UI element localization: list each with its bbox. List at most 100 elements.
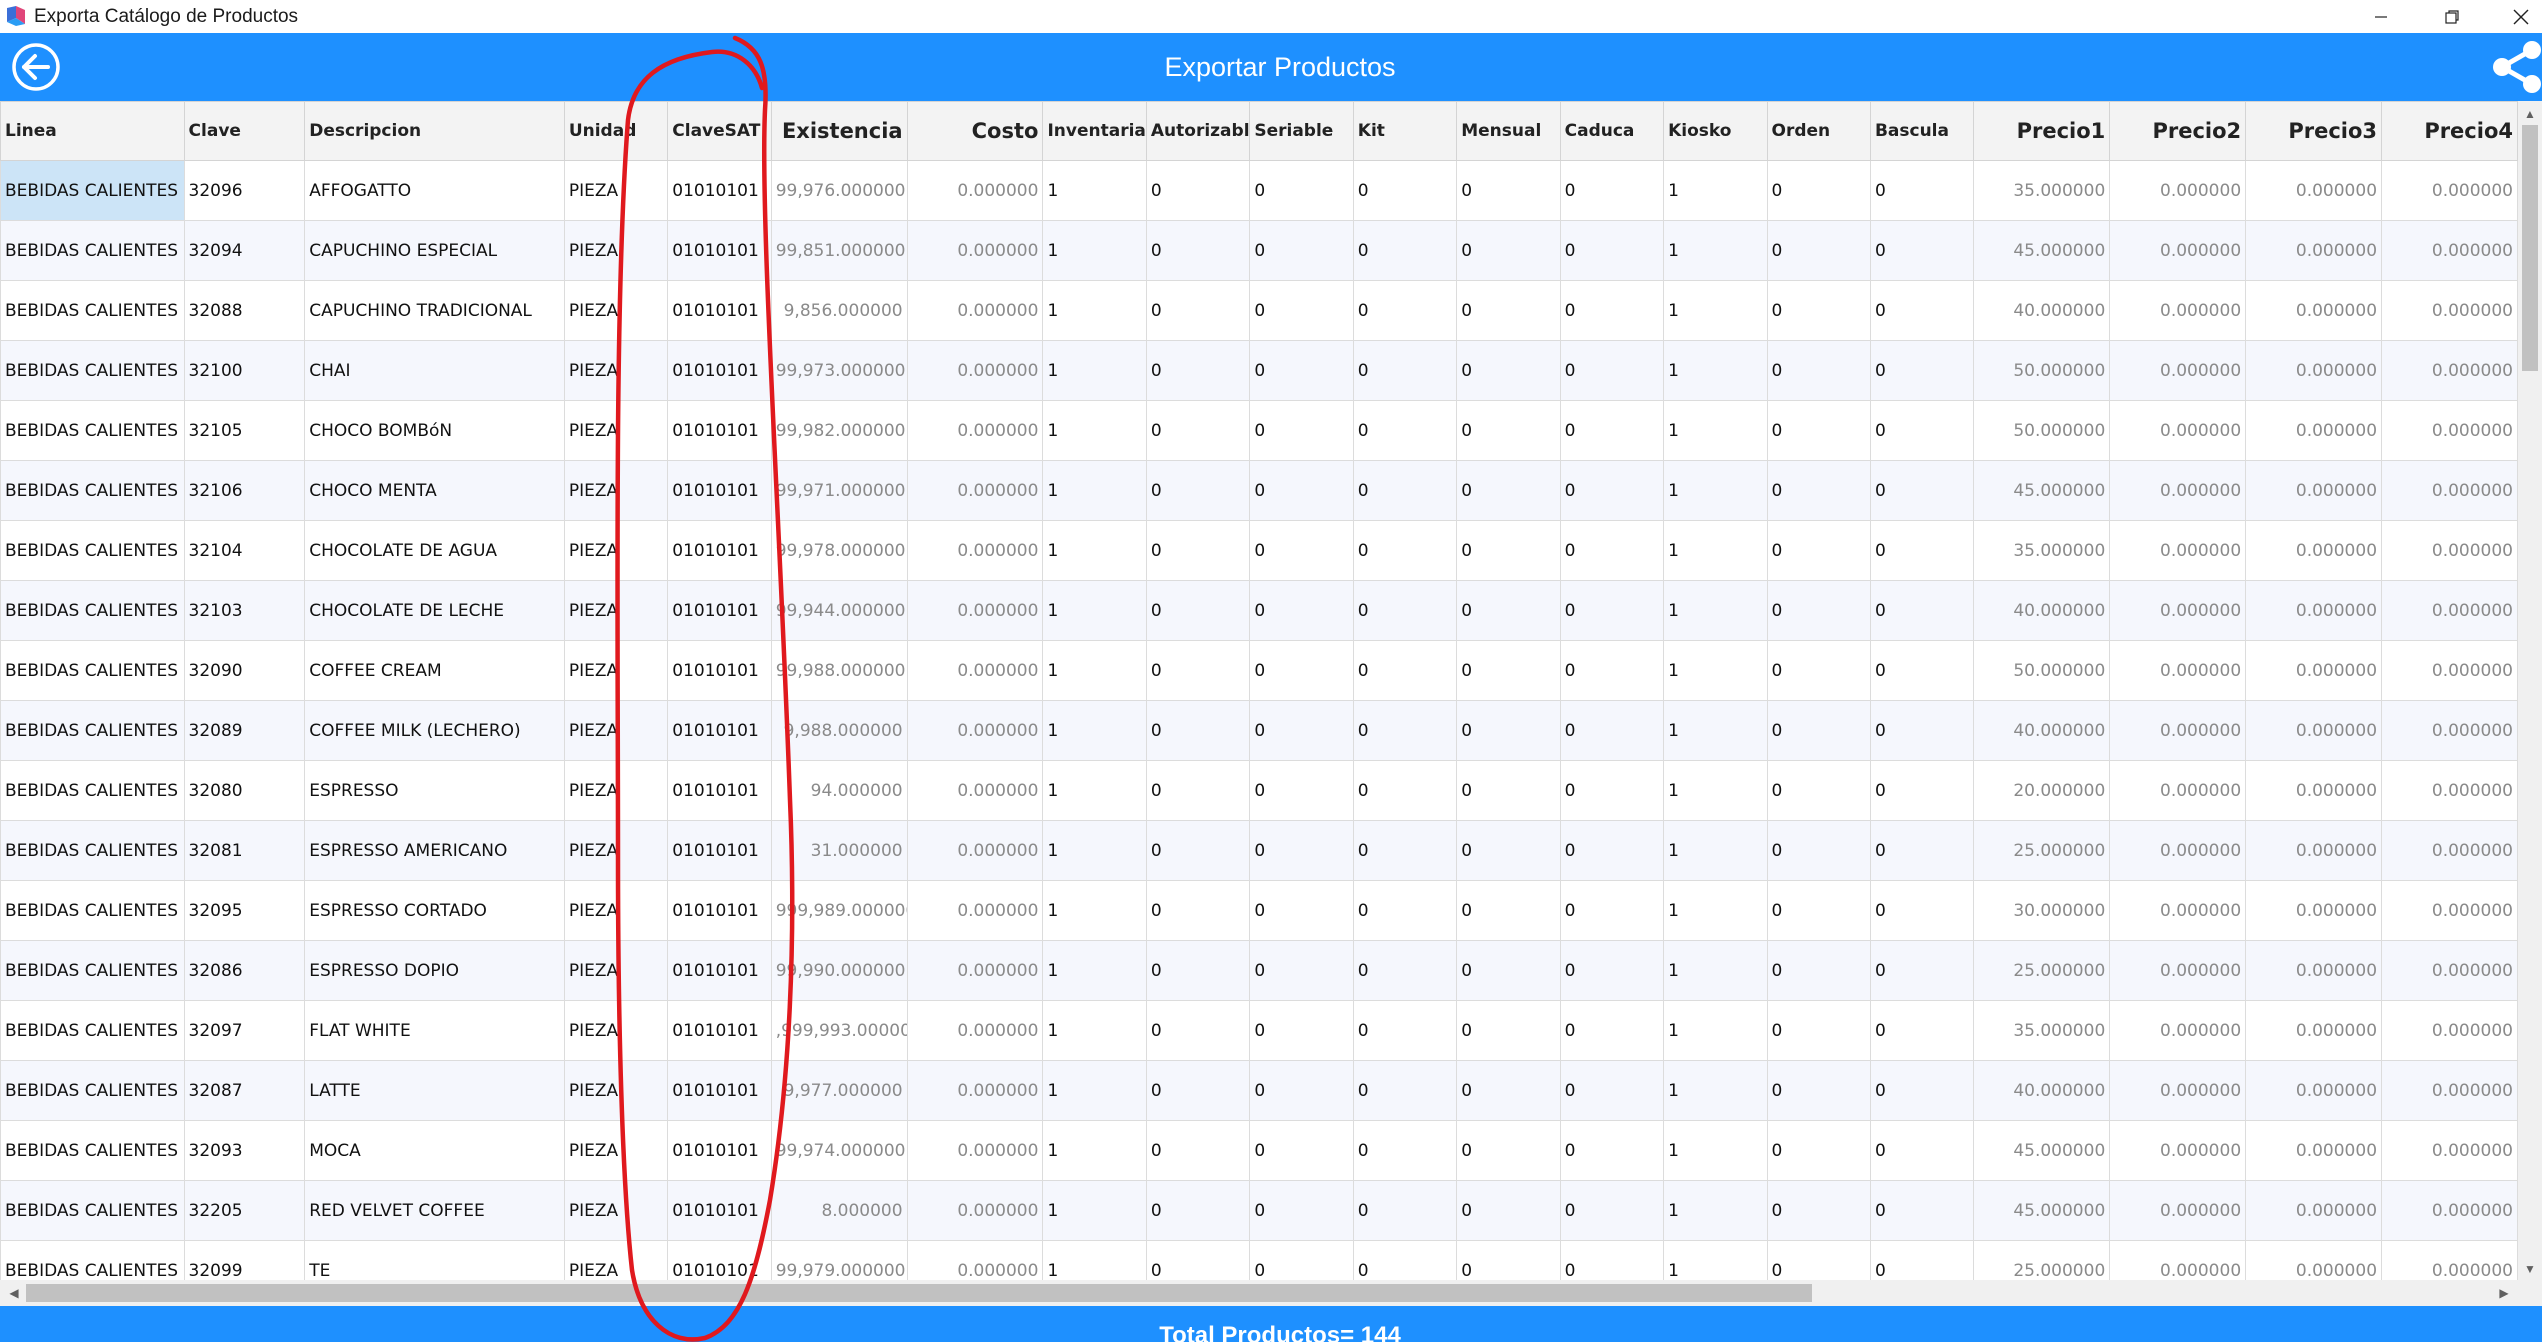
cell-kiosko[interactable]: 1 [1663,940,1768,1001]
cell-mensual[interactable]: 0 [1456,820,1561,881]
cell-mensual[interactable]: 0 [1456,460,1561,521]
cell-seriable[interactable]: 0 [1249,220,1354,281]
table-row[interactable]: BEBIDAS CALIENTES 32097 FLAT WHITE PIEZA 010… [0,1000,2518,1061]
cell-seriable[interactable]: 0 [1249,160,1354,221]
cell-kiosko[interactable]: 1 [1663,460,1768,521]
cell-seriable[interactable]: 0 [1249,820,1354,881]
cell-descripcion[interactable]: CHAI [304,340,565,401]
cell-kit[interactable]: 0 [1352,220,1458,281]
cell-bascula[interactable]: 0 [1869,520,1975,581]
cell-precio4[interactable]: 0.000000 [2381,1060,2518,1121]
cell-seriable[interactable]: 0 [1249,280,1354,341]
cell-costo[interactable]: 0.000000 [906,1240,1044,1280]
cell-bascula[interactable]: 0 [1869,880,1975,941]
cell-descripcion[interactable]: CAPUCHINO ESPECIAL [304,220,565,281]
cell-seriable[interactable]: 0 [1249,1240,1354,1280]
horizontal-scroll-thumb[interactable] [26,1284,1812,1302]
cell-kit[interactable]: 0 [1352,700,1458,761]
cell-unidad[interactable]: PIEZA [563,520,669,581]
cell-inventariab[interactable]: 1 [1042,760,1147,821]
cell-seriable[interactable]: 0 [1249,940,1354,1001]
table-row[interactable]: BEBIDAS CALIENTES 32087 LATTE PIEZA 01010101… [0,1060,2518,1121]
cell-precio3[interactable]: 0.000000 [2245,940,2383,1001]
cell-orden[interactable]: 0 [1766,280,1871,341]
cell-bascula[interactable]: 0 [1869,820,1975,881]
cell-precio2[interactable]: 0.000000 [2109,1240,2247,1280]
cell-descripcion[interactable]: MOCA [304,1120,565,1181]
cell-costo[interactable]: 0.000000 [906,1060,1044,1121]
cell-costo[interactable]: 0.000000 [906,160,1044,221]
cell-kit[interactable]: 0 [1352,280,1458,341]
cell-orden[interactable]: 0 [1766,1240,1871,1280]
cell-mensual[interactable]: 0 [1456,340,1561,401]
cell-autorizable[interactable]: 0 [1145,1180,1251,1241]
cell-precio3[interactable]: 0.000000 [2245,400,2383,461]
cell-precio4[interactable]: 0.000000 [2381,700,2518,761]
cell-unidad[interactable]: PIEZA [563,820,669,881]
cell-kit[interactable]: 0 [1352,1000,1458,1061]
cell-clave[interactable]: 32090 [183,640,306,701]
cell-kiosko[interactable]: 1 [1663,1060,1768,1121]
column-header-kiosko[interactable]: Kiosko [1663,101,1768,161]
products-grid[interactable]: Linea Clave Descripcion Unidad ClaveSAT Exist… [0,101,2518,1280]
cell-kit[interactable]: 0 [1352,340,1458,401]
cell-unidad[interactable]: PIEZA [563,280,669,341]
cell-mensual[interactable]: 0 [1456,760,1561,821]
table-row[interactable]: BEBIDAS CALIENTES 32106 CHOCO MENTA PIEZA 01… [0,460,2518,521]
cell-seriable[interactable]: 0 [1249,1120,1354,1181]
cell-precio1[interactable]: 35.000000 [1973,1000,2111,1061]
cell-precio2[interactable]: 0.000000 [2109,340,2247,401]
column-header-seriable[interactable]: Seriable [1249,101,1354,161]
restore-button[interactable] [2421,0,2483,33]
cell-autorizable[interactable]: 0 [1145,520,1251,581]
cell-autorizable[interactable]: 0 [1145,220,1251,281]
cell-clavesat[interactable]: 01010101 [667,460,772,521]
cell-linea[interactable]: BEBIDAS CALIENTES [0,1240,185,1280]
cell-mensual[interactable]: 0 [1456,520,1561,581]
cell-seriable[interactable]: 0 [1249,400,1354,461]
cell-kit[interactable]: 0 [1352,160,1458,221]
cell-unidad[interactable]: PIEZA [563,640,669,701]
cell-unidad[interactable]: PIEZA [563,1120,669,1181]
table-row[interactable]: BEBIDAS CALIENTES 32099 TE PIEZA 01010101 99,… [0,1240,2518,1280]
cell-clave[interactable]: 32099 [183,1240,306,1280]
cell-bascula[interactable]: 0 [1869,760,1975,821]
cell-linea[interactable]: BEBIDAS CALIENTES [0,700,185,761]
cell-costo[interactable]: 0.000000 [906,760,1044,821]
cell-orden[interactable]: 0 [1766,160,1871,221]
cell-mensual[interactable]: 0 [1456,160,1561,221]
cell-clave[interactable]: 32103 [183,580,306,641]
cell-clavesat[interactable]: 01010101 [667,220,772,281]
cell-precio4[interactable]: 0.000000 [2381,1180,2518,1241]
cell-inventariab[interactable]: 1 [1042,400,1147,461]
cell-kiosko[interactable]: 1 [1663,700,1768,761]
cell-precio3[interactable]: 0.000000 [2245,820,2383,881]
cell-precio2[interactable]: 0.000000 [2109,1180,2247,1241]
cell-clave[interactable]: 32104 [183,520,306,581]
cell-caduca[interactable]: 0 [1559,700,1665,761]
cell-orden[interactable]: 0 [1766,700,1871,761]
cell-inventariab[interactable]: 1 [1042,460,1147,521]
cell-bascula[interactable]: 0 [1869,940,1975,1001]
cell-precio2[interactable]: 0.000000 [2109,1000,2247,1061]
column-header-existencia[interactable]: Existencia [770,101,908,161]
cell-kit[interactable]: 0 [1352,1060,1458,1121]
cell-precio3[interactable]: 0.000000 [2245,1120,2383,1181]
cell-seriable[interactable]: 0 [1249,1000,1354,1061]
scroll-up-icon[interactable]: ▲ [2518,103,2542,125]
cell-existencia[interactable]: ,999,993.000000 [770,1000,908,1061]
cell-costo[interactable]: 0.000000 [906,220,1044,281]
cell-precio1[interactable]: 50.000000 [1973,340,2111,401]
cell-costo[interactable]: 0.000000 [906,340,1044,401]
table-row[interactable]: BEBIDAS CALIENTES 32093 MOCA PIEZA 01010101 9… [0,1120,2518,1181]
cell-clavesat[interactable]: 01010101 [667,160,772,221]
cell-caduca[interactable]: 0 [1559,580,1665,641]
cell-clavesat[interactable]: 01010101 [667,880,772,941]
cell-orden[interactable]: 0 [1766,460,1871,521]
cell-mensual[interactable]: 0 [1456,1240,1561,1280]
cell-linea[interactable]: BEBIDAS CALIENTES [0,1120,185,1181]
cell-clave[interactable]: 32096 [183,160,306,221]
cell-mensual[interactable]: 0 [1456,220,1561,281]
cell-caduca[interactable]: 0 [1559,1060,1665,1121]
cell-bascula[interactable]: 0 [1869,1180,1975,1241]
